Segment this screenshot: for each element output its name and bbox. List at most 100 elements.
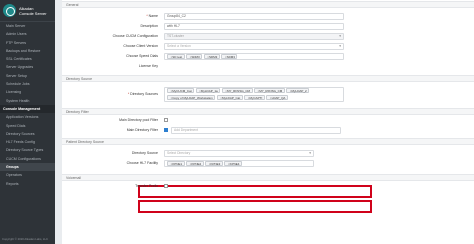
sidebar-item-system-health[interactable]: System Health [0,97,55,105]
directory-sources-row: * Directory Sources ×MyCUCM_Cat ×MyLDAP_1… [62,85,474,103]
highlight-hl7-facility [138,200,372,213]
cucm-row: Choose CUCM Configuration TST-cluster [62,31,474,41]
speed-dials-select[interactable]: ×SD test ×SDM3 ×SDM3 ×SDM3 [164,52,344,60]
main-dir-filter-checkbox[interactable] [164,128,168,132]
cucm-label: Choose CUCM Configuration [112,34,158,38]
hl7-facility-tag[interactable]: ×KPNE4 [224,160,242,166]
section-directory-source: Directory Source [62,75,474,82]
main-dir-filter-input[interactable]: Add Department [171,126,341,134]
main-dir-pool-filter-label: Main Directory pool Filter [119,118,158,122]
license-key-row: License Key [62,61,474,71]
brand-line2: Console Server [19,10,47,16]
directory-source-tag-label: MY_RFNSG_CM [226,88,250,93]
sidebar-item-admin-users[interactable]: Admin Users [0,30,55,38]
directory-source-tag[interactable]: ×MyLDAP_1a [195,87,221,93]
hl7-facility-tag-label: KPNE1 [172,161,183,166]
directory-source-tag-label: MyCUCM_Cat [172,88,192,93]
speed-dial-tag-label: SDM3 [191,54,200,59]
directory-source-tag-label: LDAP_QA [271,95,286,100]
sidebar-item-licensing[interactable]: Licensing [0,88,55,96]
sidebar-item-main-server[interactable]: Main Server [0,22,55,30]
client-version-row: Choose Client Version Select a Version [62,41,474,51]
logo-icon [3,4,16,17]
speed-dial-tag[interactable]: ×SDM3 [221,53,238,59]
description-label: Description [140,24,158,28]
sidebar-item-speed-dials[interactable]: Speed Dials [0,122,55,130]
sidebar-item-ssl-certificates[interactable]: SSL Certificates [0,55,55,63]
hl7-facility-tag-label: KPNE4 [229,161,240,166]
sidebar-item-operators[interactable]: Operators [0,171,55,179]
main-dir-pool-filter-row: Main Directory pool Filter [62,115,474,125]
client-version-label: Choose Client Version [123,44,158,48]
hl7-facility-tag[interactable]: ×KPNE2 [186,160,204,166]
directory-source-tag-label: MyLDAP_1a [200,88,218,93]
speed-dial-tag-label: SD test [172,54,183,59]
speed-dial-tag[interactable]: ×SDM3 [203,53,220,59]
directory-sources-select[interactable]: ×MyCUCM_Cat ×MyLDAP_1a ×MY_RFNSG_CM ×MY_RFN… [164,86,344,102]
client-version-select[interactable]: Select a Version [164,42,344,50]
sidebar-menu: Main Server Admin Users FTP Servers Backups… [0,22,55,188]
speed-dial-tag-label: SDM3 [208,54,218,59]
speed-dials-row: Choose Speed Dials ×SD test ×SDM3 ×SDM3 ×SD… [62,51,474,61]
hl7-facility-tag[interactable]: ×KPNE3 [205,160,223,166]
directory-source-tag-label: MyCAPTI [249,95,263,100]
directory-source-row: Directory Source Select Directory [62,148,474,158]
sidebar-item-hl7-feeds-config[interactable]: HL7 Feeds Config [0,138,55,146]
sidebar-item-backups-and-restore[interactable]: Backups and Restore [0,47,55,55]
speed-dial-tag[interactable]: ×SD test [167,53,185,59]
name-label: Name [148,14,158,18]
directory-source-tag-label: MyLDAP_2 [291,88,307,93]
sidebar-item-cucm-configurations[interactable]: CUCM Configurations [0,155,55,163]
directory-source-tag[interactable]: ×Copy of MyLDAP_Workstation [167,94,216,100]
sidebar-item-server-setup[interactable]: Server Setup [0,72,55,80]
cucm-select[interactable]: TST-cluster [164,32,344,40]
directory-sources-label: Directory Sources [130,92,158,96]
main-form: General * Name Group84_C2 Description wi… [62,0,474,244]
directory-source-tag-label: MyLDAP_Cat [222,95,241,100]
directory-source-tag[interactable]: ×MyCAPTI [244,94,265,100]
section-general: General [62,1,474,8]
copyright: Copyright © 2020 Alkadan Labs, LLC [2,237,49,241]
name-row: * Name Group84_C2 [62,11,474,21]
directory-source-tag[interactable]: ×MyLDAP_Cat [216,94,243,100]
directory-source-tag[interactable]: ×MyLDAP_2 [286,87,310,93]
hl7-facility-row: Choose HL7 Facility ×KPNE1 ×KPNE2 ×KPNE3 ×K… [62,158,474,168]
directory-source-tag-label: Copy of MyLDAP_Workstation [172,95,213,100]
directory-source-tag[interactable]: ×MyCUCM_Cat [167,87,195,93]
sidebar-item-console-management: Console Management [0,104,55,114]
sidebar: Alkadan Console Server Main Server Admin … [0,0,55,244]
hl7-facility-tag-label: KPNE3 [210,161,221,166]
sidebar-item-application-versions[interactable]: Application Versions [0,113,55,121]
main-dir-filter-row: Main Directory Filter Add Department [62,125,474,135]
speed-dials-label: Choose Speed Dials [126,54,158,58]
hl7-facility-tag[interactable]: ×KPNE1 [167,160,185,166]
sidebar-item-directory-source-types[interactable]: Directory Source Types [0,146,55,154]
brand[interactable]: Alkadan Console Server [0,0,55,22]
speed-dial-tag[interactable]: ×SDM3 [186,53,203,59]
sidebar-item-groups[interactable]: Groups [0,163,55,172]
sidebar-item-reports[interactable]: Reports [0,180,55,188]
license-key-field[interactable] [164,62,344,70]
section-patient-directory: Patient Directory Source [62,138,474,145]
directory-source-tag[interactable]: ×LDAP_QA [266,94,288,100]
transfer-prefix-checkbox[interactable] [164,184,168,188]
description-row: Description with HL7 [62,21,474,31]
sidebar-item-directory-sources[interactable]: Directory Sources [0,130,55,138]
transfer-prefix-row: Transfer Prefix [62,181,474,191]
section-voicemail: Voicemail [62,174,474,181]
hl7-facility-select[interactable]: ×KPNE1 ×KPNE2 ×KPNE3 ×KPNE4 [164,159,314,167]
speed-dial-tag-label: SDM3 [226,54,235,59]
license-key-label: License Key [138,64,158,68]
sidebar-item-schedule-jobs[interactable]: Schedule Jobs [0,80,55,88]
sidebar-item-server-upgrades[interactable]: Server Upgrades [0,63,55,71]
transfer-prefix-label: Transfer Prefix [135,184,158,188]
description-input[interactable]: with HL7 [164,22,344,30]
main-dir-pool-filter-checkbox[interactable] [164,118,168,122]
directory-source-tag[interactable]: ×MY_RFNSG_CM [254,87,285,93]
directory-source-tag[interactable]: ×MY_RFNSG_CM [221,87,253,93]
name-input[interactable]: Group84_C2 [164,12,344,20]
sidebar-item-ftp-servers[interactable]: FTP Servers [0,39,55,47]
directory-source-tag-label: MY_RFNSG_CM [259,88,283,93]
directory-source-select[interactable]: Select Directory [164,149,314,157]
section-directory-filter: Directory Filter [62,108,474,115]
